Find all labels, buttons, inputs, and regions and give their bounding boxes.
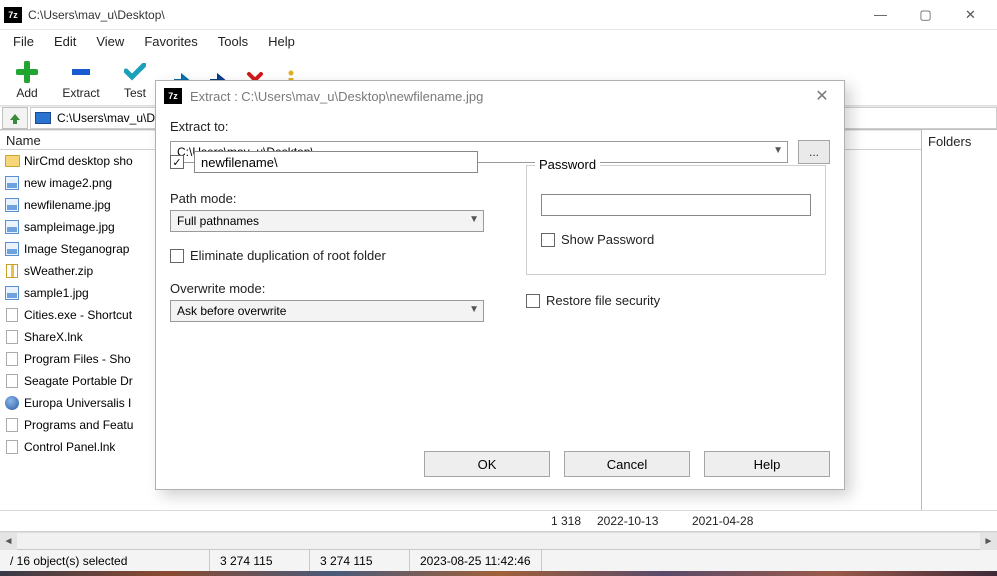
up-button[interactable] — [2, 107, 28, 129]
img-icon — [4, 175, 20, 191]
file-icon — [4, 351, 20, 367]
globe-icon — [4, 395, 20, 411]
scroll-right-icon[interactable]: ► — [980, 533, 997, 550]
file-name: sWeather.zip — [24, 264, 93, 278]
toolbar-test-button[interactable]: Test — [114, 59, 156, 100]
eliminate-duplication-label: Eliminate duplication of root folder — [190, 248, 386, 263]
status-selection: / 16 object(s) selected — [0, 550, 210, 571]
chevron-down-icon: ▼ — [469, 214, 479, 225]
menu-tools[interactable]: Tools — [209, 32, 257, 51]
window-close-button[interactable]: ✕ — [948, 1, 993, 29]
column-header-folders[interactable]: Folders — [928, 132, 991, 151]
dialog-title: Extract : C:\Users\mav_u\Desktop\newfile… — [190, 89, 808, 104]
detail-date1: 2022-10-13 — [589, 514, 684, 528]
check-icon — [122, 59, 148, 85]
extract-dialog: 7z Extract : C:\Users\mav_u\Desktop\newf… — [155, 80, 845, 490]
menu-help[interactable]: Help — [259, 32, 304, 51]
overwrite-mode-label: Overwrite mode: — [170, 281, 500, 296]
overwrite-mode-value: Ask before overwrite — [177, 304, 286, 318]
restore-security-label: Restore file security — [546, 293, 660, 308]
menu-edit[interactable]: Edit — [45, 32, 85, 51]
status-num2: 3 274 115 — [310, 550, 410, 571]
app-icon: 7z — [4, 7, 22, 23]
zip-icon — [4, 263, 20, 279]
file-name: Control Panel.lnk — [24, 440, 115, 454]
horizontal-scrollbar[interactable]: ◄ ► — [0, 532, 997, 549]
toolbar-extract-label: Extract — [62, 86, 99, 100]
ok-button[interactable]: OK — [424, 451, 550, 477]
menubar: File Edit View Favorites Tools Help — [0, 30, 997, 52]
overwrite-mode-select[interactable]: Ask before overwrite ▼ — [170, 300, 484, 322]
monitor-icon — [35, 112, 51, 124]
path-mode-label: Path mode: — [170, 191, 500, 206]
scroll-left-icon[interactable]: ◄ — [0, 533, 17, 550]
window-title: C:\Users\mav_u\Desktop\ — [28, 8, 858, 22]
folders-pane: Folders — [922, 130, 997, 510]
path-mode-value: Full pathnames — [177, 214, 259, 228]
password-label: Password — [535, 157, 600, 172]
detail-size: 1 318 — [534, 514, 589, 528]
file-name: new image2.png — [24, 176, 112, 190]
folder-icon — [4, 153, 20, 169]
color-bar — [0, 571, 997, 576]
img-icon — [4, 197, 20, 213]
img-icon — [4, 219, 20, 235]
file-name: Image Steganograp — [24, 242, 129, 256]
file-name: Cities.exe - Shortcut — [24, 308, 132, 322]
toolbar-add-label: Add — [16, 86, 37, 100]
statusbar: / 16 object(s) selected 3 274 115 3 274 … — [0, 549, 997, 571]
toolbar-extract-button[interactable]: Extract — [60, 59, 102, 100]
menu-file[interactable]: File — [4, 32, 43, 51]
toolbar-add-button[interactable]: Add — [6, 59, 48, 100]
subfolder-input[interactable] — [194, 151, 478, 173]
file-name: Program Files - Sho — [24, 352, 131, 366]
img-icon — [4, 285, 20, 301]
dialog-titlebar: 7z Extract : C:\Users\mav_u\Desktop\newf… — [156, 81, 844, 111]
window-minimize-button[interactable]: — — [858, 1, 903, 29]
password-group: Password Show Password — [526, 165, 826, 275]
detail-date2: 2021-04-28 — [684, 514, 779, 528]
file-icon — [4, 373, 20, 389]
chevron-down-icon: ▼ — [469, 304, 479, 315]
status-timestamp: 2023-08-25 11:42:46 — [410, 550, 542, 571]
plus-icon — [14, 59, 40, 85]
cancel-button[interactable]: Cancel — [564, 451, 690, 477]
dialog-close-button[interactable]: ✕ — [808, 84, 836, 108]
file-name: NirCmd desktop sho — [24, 154, 133, 168]
browse-button[interactable]: ... — [798, 140, 830, 164]
minus-icon — [68, 59, 94, 85]
subfolder-checkbox[interactable] — [170, 155, 184, 169]
toolbar-test-label: Test — [124, 86, 146, 100]
file-name: ShareX.lnk — [24, 330, 83, 344]
extract-to-label: Extract to: — [170, 119, 830, 134]
file-name: Seagate Portable Dr — [24, 374, 133, 388]
file-name: newfilename.jpg — [24, 198, 111, 212]
file-name: sample1.jpg — [24, 286, 89, 300]
file-name: sampleimage.jpg — [24, 220, 115, 234]
help-button[interactable]: Help — [704, 451, 830, 477]
file-icon — [4, 307, 20, 323]
eliminate-duplication-checkbox[interactable] — [170, 249, 184, 263]
window-maximize-button[interactable]: ▢ — [903, 1, 948, 29]
chevron-down-icon: ▼ — [773, 145, 783, 156]
status-num1: 3 274 115 — [210, 550, 310, 571]
file-icon — [4, 439, 20, 455]
restore-security-checkbox[interactable] — [526, 294, 540, 308]
file-icon — [4, 417, 20, 433]
menu-favorites[interactable]: Favorites — [135, 32, 206, 51]
img-icon — [4, 241, 20, 257]
path-mode-select[interactable]: Full pathnames ▼ — [170, 210, 484, 232]
detail-strip: 1 318 2022-10-13 2021-04-28 — [0, 510, 997, 532]
window-titlebar: 7z C:\Users\mav_u\Desktop\ — ▢ ✕ — [0, 0, 997, 30]
show-password-checkbox[interactable] — [541, 233, 555, 247]
file-name: Europa Universalis I — [24, 396, 131, 410]
show-password-label: Show Password — [561, 232, 654, 247]
file-icon — [4, 329, 20, 345]
dialog-app-icon: 7z — [164, 88, 182, 104]
password-input[interactable] — [541, 194, 811, 216]
file-name: Programs and Featu — [24, 418, 133, 432]
menu-view[interactable]: View — [87, 32, 133, 51]
